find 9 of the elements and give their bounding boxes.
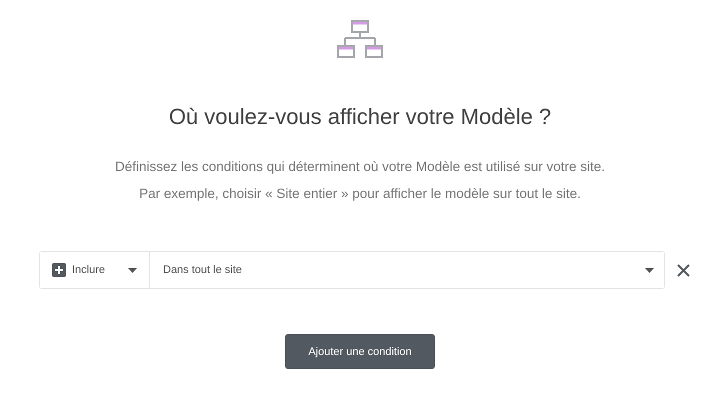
description-text: Par exemple, choisir « Site entier » pour afficher le modèle sur tout le site. [139,185,581,203]
plus-icon [52,263,66,277]
description-text: Définissez les conditions qui déterminent où votre Modèle est utilisé sur votre site. [115,158,605,176]
dialog-title: Où voulez-vous afficher votre Modèle ? [168,103,552,131]
caret-icon [645,268,654,272]
close-icon[interactable] [677,264,690,276]
add-condition-button[interactable]: Ajouter une condition [285,334,435,369]
include-dropdown[interactable]: Inclure [40,252,150,288]
caret-icon [128,268,137,272]
